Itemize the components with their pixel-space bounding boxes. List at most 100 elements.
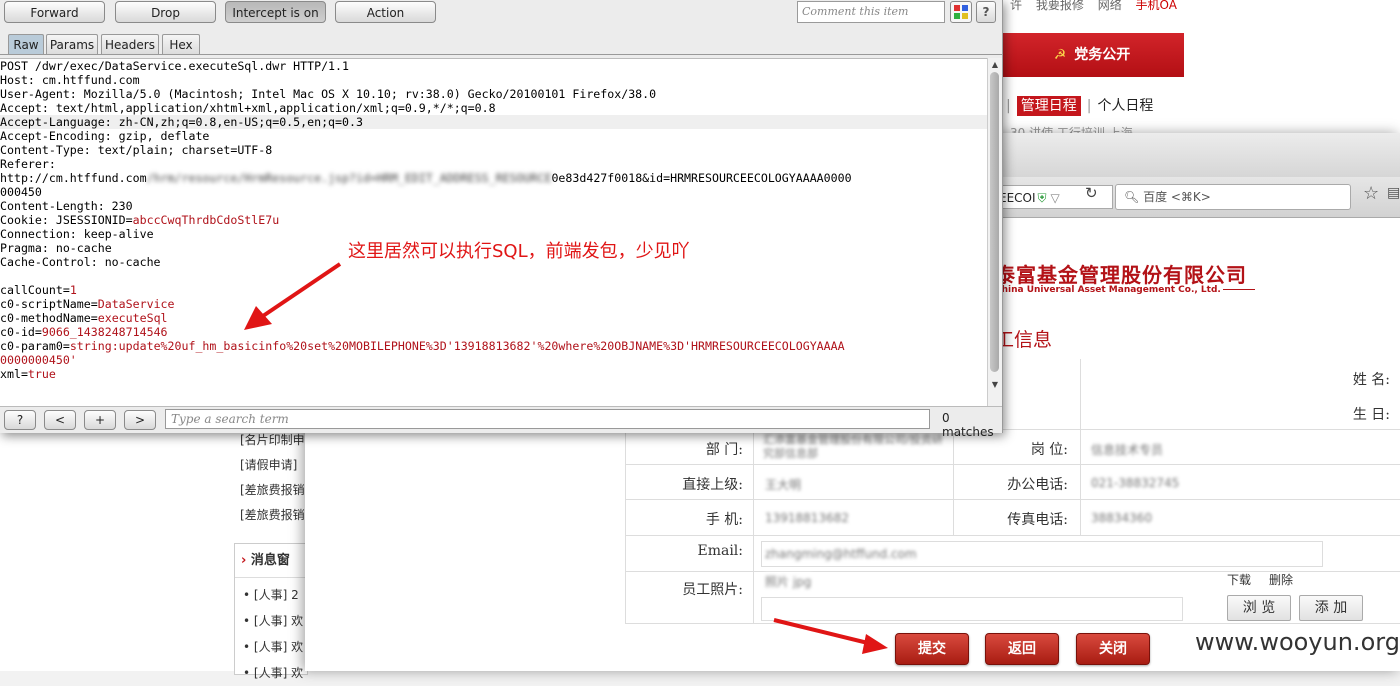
watermark: www.wooyun.org bbox=[1195, 628, 1400, 656]
tab-hex[interactable]: Hex bbox=[162, 34, 200, 54]
chevron-right-icon: › bbox=[241, 553, 247, 568]
annotation-arrow-param bbox=[244, 262, 342, 330]
search-term-input[interactable]: Type a search term bbox=[165, 409, 930, 429]
request-line: 000450 bbox=[0, 185, 42, 199]
request-line: POST /dwr/exec/DataService.executeSql.dw… bbox=[0, 59, 350, 73]
browse-button[interactable]: 浏 览 bbox=[1227, 595, 1291, 621]
browser-search-input[interactable]: 🔍︎ 百度 <⌘K> bbox=[1115, 184, 1351, 210]
fax-label: 传真电话: bbox=[1007, 512, 1068, 528]
next-match-button[interactable]: > bbox=[124, 410, 156, 430]
help-button[interactable]: ? bbox=[976, 1, 996, 23]
schedule-tabs: | 管理日程 | 个人日程 bbox=[1000, 95, 1184, 121]
request-line: xml=true bbox=[0, 367, 56, 381]
tab-raw[interactable]: Raw bbox=[8, 34, 44, 54]
top-link[interactable]: 网络 bbox=[1098, 0, 1122, 12]
divider bbox=[0, 54, 1002, 55]
scroll-up-icon[interactable]: ▲ bbox=[989, 60, 1001, 69]
action-button[interactable]: Action bbox=[335, 1, 436, 23]
list-item[interactable]: • [人事] 欢 bbox=[243, 660, 303, 686]
scroll-down-icon[interactable]: ▼ bbox=[989, 380, 1001, 389]
request-line: 0000000450' bbox=[0, 353, 77, 367]
photo-label: 员工照片: bbox=[682, 582, 743, 598]
comment-input[interactable]: Comment this item bbox=[797, 1, 945, 23]
email-label: Email: bbox=[697, 543, 743, 559]
scroll-thumb[interactable] bbox=[990, 72, 999, 372]
list-item[interactable]: • [人事] 2 bbox=[243, 582, 303, 608]
list-item[interactable]: • [人事] 欢 bbox=[243, 608, 303, 634]
tab-manage-schedule[interactable]: 管理日程 bbox=[1016, 96, 1081, 116]
search-placeholder: 百度 <⌘K> bbox=[1143, 190, 1211, 204]
request-line: c0-methodName=executeSql bbox=[0, 311, 168, 325]
company-logo-en: China Universal Asset Management Co., Lt… bbox=[995, 285, 1255, 295]
mobile-value: 13918813682 bbox=[765, 511, 849, 525]
burp-intercept-window: Forward Drop Intercept is on Action Comm… bbox=[0, 0, 1003, 439]
message-window-title-text: 消息窗 bbox=[250, 553, 290, 568]
department-label: 部 门: bbox=[705, 442, 743, 458]
drop-button[interactable]: Drop bbox=[115, 1, 216, 23]
annotation-arrow-submit bbox=[773, 618, 888, 654]
bookmarks-list-icon[interactable]: ▤ bbox=[1387, 185, 1400, 201]
top-links: 许 我要报修 网络 手机OA bbox=[1010, 0, 1187, 13]
request-line: Referer: bbox=[0, 157, 56, 171]
dropdown-arrow-icon[interactable]: ▽ bbox=[1051, 191, 1060, 205]
list-item[interactable]: [差旅费报销 bbox=[240, 478, 306, 503]
url-text: EECOI bbox=[999, 191, 1036, 205]
mobile-label: 手 机: bbox=[705, 512, 743, 528]
request-line: callCount=1 bbox=[0, 283, 77, 297]
highlight-color-icon[interactable] bbox=[950, 1, 972, 23]
message-list: • [人事] 2 • [人事] 欢 • [人事] 欢 • [人事] 欢 bbox=[243, 582, 303, 686]
intercept-toggle-button[interactable]: Intercept is on bbox=[225, 1, 326, 23]
party-affairs-label: 党务公开 bbox=[1074, 47, 1131, 63]
supervisor-label: 直接上级: bbox=[682, 477, 743, 493]
close-button[interactable]: 关闭 bbox=[1076, 633, 1150, 665]
tab-headers[interactable]: Headers bbox=[101, 34, 159, 54]
birthday-label: 生 日: bbox=[1352, 407, 1390, 423]
request-line: Accept: text/html,application/xhtml+xml,… bbox=[0, 101, 496, 115]
company-logo-cn: 泰富基金管理股份有限公司 bbox=[995, 263, 1247, 287]
party-emblem-icon: ☭ bbox=[1053, 47, 1067, 63]
search-help-button[interactable]: ? bbox=[4, 410, 36, 430]
list-item[interactable]: • [人事] 欢 bbox=[243, 634, 303, 660]
top-link-mobile-oa[interactable]: 手机OA bbox=[1136, 0, 1177, 12]
top-link[interactable]: 我要报修 bbox=[1036, 0, 1084, 12]
delete-link[interactable]: 删除 bbox=[1269, 573, 1293, 587]
top-link[interactable]: 许 bbox=[1010, 0, 1022, 12]
divider: | bbox=[1086, 98, 1092, 114]
position-label: 岗 位: bbox=[1030, 442, 1068, 458]
reload-icon[interactable]: ↻ bbox=[1085, 184, 1098, 202]
add-photo-button[interactable]: 添 加 bbox=[1299, 595, 1363, 621]
office-phone-label: 办公电话: bbox=[1007, 477, 1068, 493]
forward-button[interactable]: Forward bbox=[4, 1, 105, 23]
supervisor-value: 王大明 bbox=[765, 476, 802, 493]
raw-request-editor[interactable]: POST /dwr/exec/DataService.executeSql.dw… bbox=[0, 58, 987, 407]
name-label: 姓 名: bbox=[1352, 372, 1390, 388]
bookmark-star-icon[interactable]: ☆ bbox=[1363, 183, 1379, 204]
request-line: c0-scriptName=DataService bbox=[0, 297, 175, 311]
section-title: 工信息 bbox=[995, 329, 1053, 351]
request-line: Content-Length: 230 bbox=[0, 199, 133, 213]
request-line: c0-id=9066_1438248714546 bbox=[0, 325, 168, 339]
download-link[interactable]: 下载 bbox=[1227, 573, 1251, 587]
list-item[interactable]: [请假申请] bbox=[240, 453, 306, 478]
divider: | bbox=[1006, 98, 1011, 114]
party-affairs-button[interactable]: ☭ 党务公开 bbox=[1000, 33, 1184, 77]
submit-button[interactable]: 提交 bbox=[895, 633, 969, 665]
request-line: c0-param0=string:update%20uf_hm_basicinf… bbox=[0, 339, 845, 353]
back-button[interactable]: 返回 bbox=[985, 633, 1059, 665]
email-value: zhangming@htffund.com bbox=[765, 547, 917, 561]
request-line: Content-Type: text/plain; charset=UTF-8 bbox=[0, 143, 273, 157]
request-line bbox=[0, 269, 987, 283]
request-line: Cookie: JSESSIONID=abccCwqThrdbCdoStlE7u bbox=[0, 213, 280, 227]
workflow-list: [名片印制申 [请假申请] [差旅费报销 [差旅费报销 bbox=[240, 428, 306, 528]
tab-personal-schedule[interactable]: 个人日程 bbox=[1097, 98, 1153, 114]
list-item[interactable]: [差旅费报销 bbox=[240, 503, 306, 528]
editor-scrollbar[interactable]: ▲ ▼ bbox=[987, 58, 1002, 406]
request-line: Accept-Encoding: gzip, deflate bbox=[0, 129, 210, 143]
tab-params[interactable]: Params bbox=[46, 34, 98, 54]
add-search-button[interactable]: + bbox=[84, 410, 116, 430]
previous-match-button[interactable]: < bbox=[44, 410, 76, 430]
request-line: http://cm.htffund.com/hrm/resource/HrmRe… bbox=[0, 171, 852, 185]
search-icon: 🔍︎ bbox=[1124, 190, 1140, 204]
search-bar: ? < + > Type a search term 0 matches bbox=[0, 406, 1002, 439]
match-count: 0 matches bbox=[942, 411, 994, 439]
